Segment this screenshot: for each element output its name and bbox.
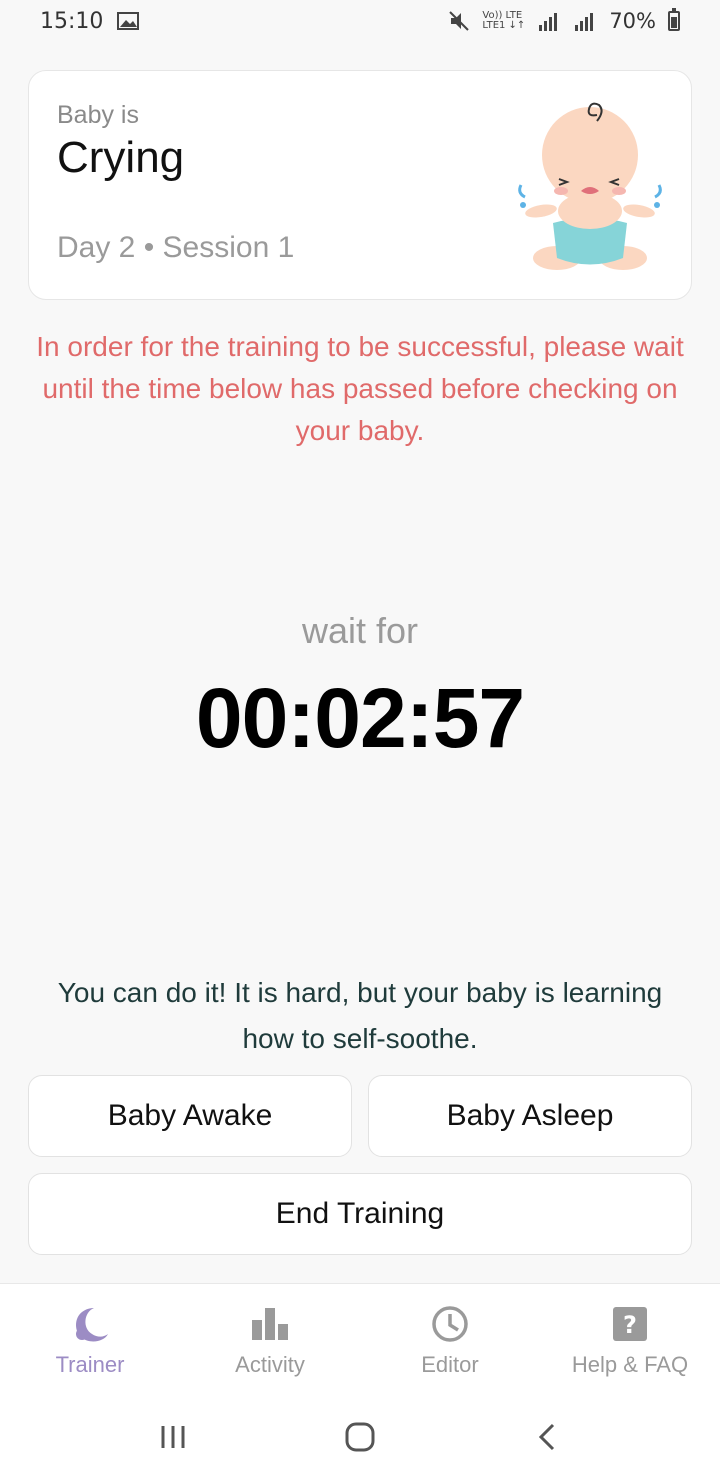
nav-editor-label: Editor <box>421 1352 479 1377</box>
clock-icon <box>432 1306 468 1342</box>
nav-editor[interactable]: Editor <box>360 1284 540 1378</box>
nav-trainer[interactable]: Trainer <box>0 1284 180 1378</box>
network-bottom: LTE1 ↓↑ <box>482 20 526 31</box>
bottom-navigation: Trainer Activity Editor ? Help & FAQ <box>0 1283 720 1393</box>
svg-text:?: ? <box>623 1311 637 1339</box>
encouragement-text: You can do it! It is hard, but your baby… <box>57 977 663 1054</box>
baby-awake-button[interactable]: Baby Awake <box>28 1075 352 1157</box>
nav-trainer-label: Trainer <box>55 1352 125 1377</box>
session-info: Day 2 • Session 1 <box>57 231 295 264</box>
home-icon <box>345 1422 375 1451</box>
bar-chart-icon <box>252 1308 288 1340</box>
battery-percent: 70% <box>609 9 656 33</box>
network-type: Vo)) LTE LTE1 ↓↑ <box>482 11 525 31</box>
back-button[interactable] <box>517 1417 577 1457</box>
card-subtitle: Baby is <box>57 101 139 129</box>
moon-icon <box>76 1308 108 1342</box>
countdown-timer: 00:02:57 <box>195 671 525 765</box>
nav-activity[interactable]: Activity <box>180 1284 360 1378</box>
signal-roaming-icon <box>575 13 594 31</box>
baby-status-card: Baby is Crying Day 2 • Session 1 <box>28 70 692 300</box>
wait-warning-text: In order for the training to be successf… <box>36 331 684 446</box>
status-time: 15:10 <box>40 8 104 34</box>
help-icon: ? <box>613 1307 647 1341</box>
image-icon <box>117 12 140 30</box>
system-navigation-bar <box>0 1393 720 1480</box>
crying-baby-illustration <box>518 102 662 270</box>
nav-help[interactable]: ? Help & FAQ <box>540 1284 720 1378</box>
nav-activity-label: Activity <box>235 1352 305 1377</box>
home-button[interactable] <box>330 1417 390 1457</box>
recent-apps-button[interactable] <box>143 1417 203 1457</box>
recent-apps-icon <box>161 1425 185 1448</box>
status-right: Vo)) LTE LTE1 ↓↑ 70% <box>448 8 680 33</box>
nav-help-label: Help & FAQ <box>571 1352 689 1377</box>
baby-asleep-button[interactable]: Baby Asleep <box>368 1075 692 1157</box>
signal-icon <box>539 13 558 31</box>
mute-icon <box>449 11 470 31</box>
baby-state: Crying <box>57 133 185 182</box>
end-training-button[interactable]: End Training <box>28 1173 692 1255</box>
status-left: 15:10 <box>40 8 140 34</box>
wait-label: wait for <box>301 610 419 651</box>
status-bar: 15:10 Vo)) LTE LTE1 ↓↑ 70% <box>0 0 720 42</box>
battery-icon <box>668 8 680 31</box>
back-icon <box>538 1423 554 1450</box>
